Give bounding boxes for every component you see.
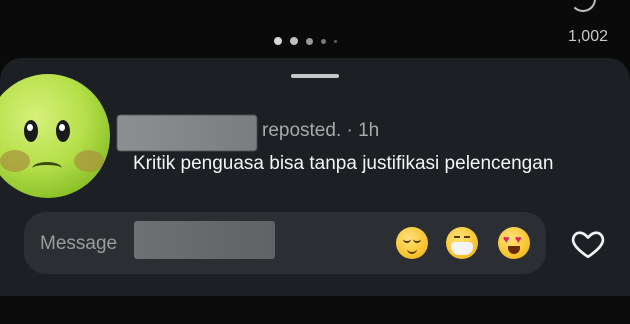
- view-count: 1,002: [567, 28, 608, 45]
- username-redacted[interactable]: [117, 115, 257, 151]
- heart-outline-icon[interactable]: [570, 226, 606, 262]
- emoji-eye: [464, 236, 470, 238]
- message-input[interactable]: Message ♥ ♥: [24, 212, 546, 274]
- repost-meta: reposted. · 1h: [262, 120, 380, 141]
- carousel-dot: [334, 39, 337, 43]
- avatar-eye: [24, 120, 38, 142]
- message-placeholder: Message: [40, 233, 118, 254]
- avatar[interactable]: [0, 74, 110, 198]
- carousel-indicator: [274, 37, 337, 45]
- relieved-face-icon[interactable]: [396, 227, 428, 259]
- avatar-cheek: [74, 150, 104, 172]
- emoji-eye: [413, 238, 421, 243]
- emoji-mouth: [407, 248, 417, 254]
- face-with-mask-icon[interactable]: [446, 227, 478, 259]
- avatar-eye: [56, 120, 70, 142]
- carousel-dot: [274, 37, 282, 45]
- bottom-area: [0, 296, 630, 324]
- avatar-cheek: [0, 150, 30, 172]
- reply-sheet: reposted. · 1h Kritik penguasa bisa tanp…: [0, 58, 630, 296]
- emoji-heart: ♥: [503, 234, 510, 246]
- partial-icon: [570, 0, 596, 12]
- carousel-dot: [290, 37, 298, 45]
- emoji-eye: [454, 236, 460, 238]
- carousel-dot: [321, 38, 326, 44]
- sheet-grabber[interactable]: [291, 74, 339, 78]
- emoji-eye: [403, 238, 411, 243]
- heart-eyes-icon[interactable]: ♥ ♥: [498, 227, 530, 259]
- emoji-mouth: [508, 246, 520, 254]
- emoji-mask: [451, 242, 473, 255]
- carousel-dot: [306, 37, 313, 45]
- avatar-mouth: [32, 162, 62, 175]
- emoji-heart: ♥: [515, 234, 522, 246]
- recipient-redacted: [134, 221, 275, 259]
- post-text: Kritik penguasa bisa tanpa justifikasi p…: [133, 153, 554, 174]
- feed-strip: 1,002: [0, 0, 630, 62]
- heart-outline-svg: [571, 231, 605, 259]
